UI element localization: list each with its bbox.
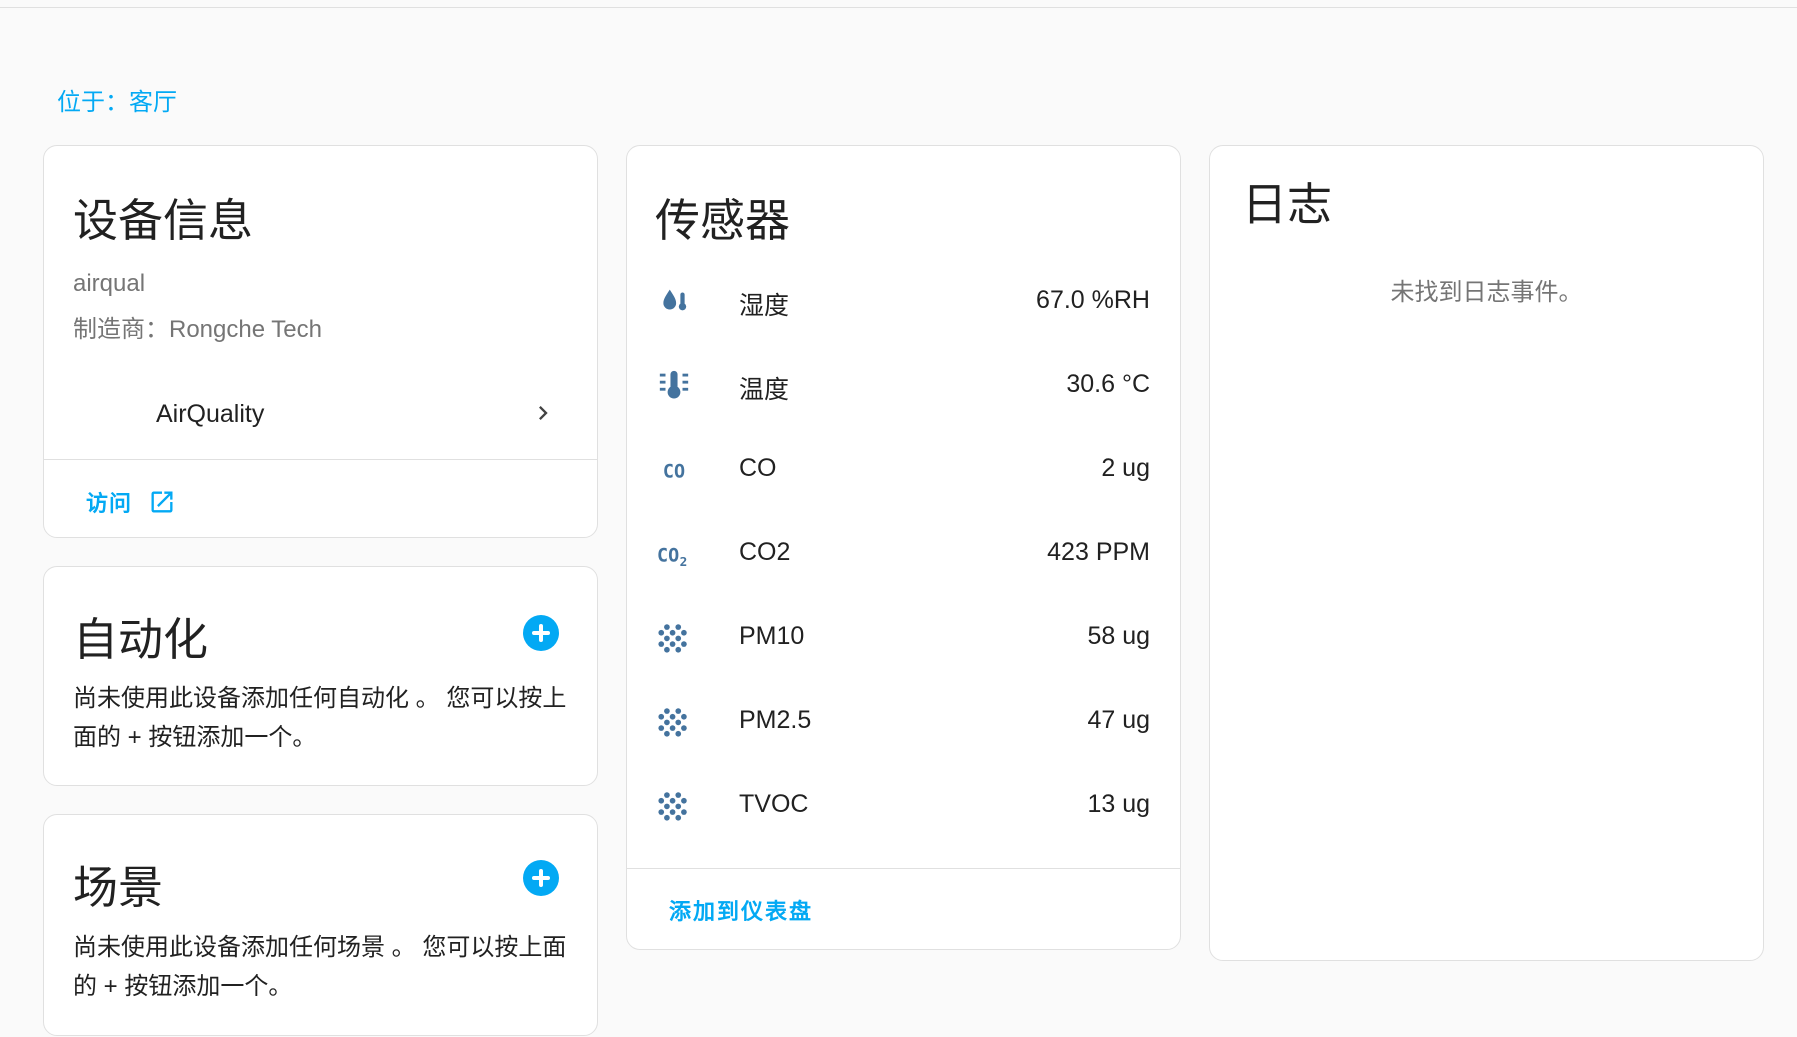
automation-title: 自动化 <box>73 614 209 665</box>
sensor-row-tvoc[interactable]: TVOC 13 ug <box>627 762 1180 846</box>
sensor-name: 湿度 <box>739 292 790 320</box>
logbook-empty-text: 未找到日志事件。 <box>1390 279 1583 306</box>
sensor-name: CO2 <box>739 538 791 566</box>
particles-icon <box>658 792 687 821</box>
thermometer-icon <box>659 370 689 399</box>
open-in-new-icon <box>151 491 173 513</box>
scene-card: 场景 尚未使用此设备添加任何场景 。 您可以按上面的 + 按钮添加一个。 <box>43 814 598 1036</box>
sensor-row-co[interactable]: CO CO 2 ug <box>627 426 1180 510</box>
subdevice-row[interactable]: AirQuality <box>44 383 597 443</box>
sensor-row-humidity[interactable]: 湿度 67.0 %RH <box>627 258 1180 342</box>
sensors-title: 传感器 <box>655 195 791 246</box>
card-divider <box>627 868 1180 869</box>
device-info-card: 设备信息 airqual 制造商：Rongche Tech AirQuality… <box>43 145 598 538</box>
subdevice-label: AirQuality <box>156 400 265 428</box>
location-link[interactable]: 位于：客厅 <box>57 82 177 117</box>
particles-icon <box>658 624 687 653</box>
sensor-value: 30.6 °C <box>1066 370 1150 398</box>
sensor-name: TVOC <box>739 790 809 818</box>
add-automation-button[interactable] <box>523 615 559 651</box>
sensor-name: PM10 <box>739 622 805 650</box>
sensor-row-co2[interactable]: CO 2 CO2 423 PPM <box>627 510 1180 594</box>
svg-text:2: 2 <box>680 555 688 570</box>
sensors-card: 传感器 湿度 67.0 %RH 温度 30.6 °C CO CO 2 ug CO… <box>626 145 1181 950</box>
sensor-value: 47 ug <box>1087 706 1150 734</box>
device-model: airqual <box>73 270 146 297</box>
visit-label: 访问 <box>86 491 133 516</box>
device-manufacturer: 制造商：Rongche Tech <box>73 316 322 343</box>
co2-icon: CO 2 <box>657 546 688 570</box>
sensor-value: 58 ug <box>1087 622 1150 650</box>
svg-text:CO: CO <box>657 546 679 567</box>
humidity-icon <box>663 289 687 311</box>
svg-text:CO: CO <box>663 462 685 483</box>
sensor-value: 423 PPM <box>1047 538 1150 566</box>
sensor-name: 温度 <box>739 376 790 404</box>
automation-empty-text: 尚未使用此设备添加任何自动化 。 您可以按上面的 + 按钮添加一个。 <box>73 685 567 751</box>
sensor-row-pm25[interactable]: PM2.5 47 ug <box>627 678 1180 762</box>
co-icon: CO <box>663 462 685 483</box>
sensor-value: 67.0 %RH <box>1036 286 1150 314</box>
logbook-title: 日志 <box>1242 179 1333 230</box>
scene-empty-text: 尚未使用此设备添加任何场景 。 您可以按上面的 + 按钮添加一个。 <box>73 934 567 1000</box>
card-divider <box>44 459 597 460</box>
header-divider <box>0 7 1797 8</box>
scene-title: 场景 <box>73 862 164 913</box>
add-scene-button[interactable] <box>523 860 559 896</box>
visit-button[interactable]: 访问 <box>86 486 176 518</box>
sensor-name: CO <box>739 454 777 482</box>
sensor-row-temperature[interactable]: 温度 30.6 °C <box>627 342 1180 426</box>
logbook-card: 日志 未找到日志事件。 <box>1209 145 1764 961</box>
device-info-title: 设备信息 <box>73 195 254 246</box>
sensor-value: 2 ug <box>1101 454 1150 482</box>
sensor-row-pm10[interactable]: PM10 58 ug <box>627 594 1180 678</box>
sensor-value: 13 ug <box>1087 790 1150 818</box>
sensor-name: PM2.5 <box>739 706 812 734</box>
chevron-right-icon <box>539 406 548 420</box>
particles-icon <box>658 708 687 737</box>
add-to-dashboard-button[interactable]: 添加到仪表盘 <box>669 894 813 926</box>
automation-card: 自动化 尚未使用此设备添加任何自动化 。 您可以按上面的 + 按钮添加一个。 <box>43 566 598 786</box>
